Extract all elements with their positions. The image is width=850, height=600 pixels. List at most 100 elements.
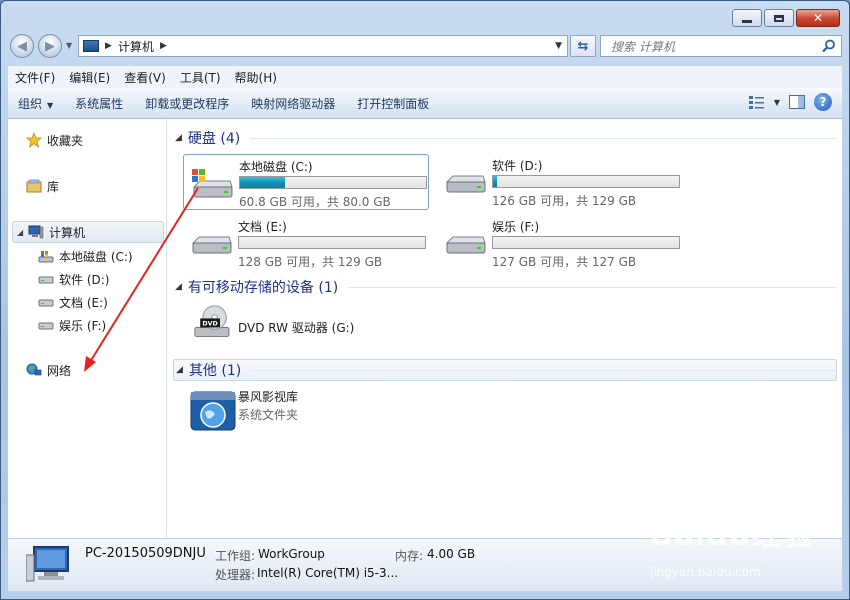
drive-usage-bar bbox=[239, 176, 427, 189]
recent-pages-dropdown[interactable]: ▼ bbox=[66, 41, 72, 50]
drive-free-space: 60.8 GB 可用，共 80.0 GB bbox=[239, 195, 391, 209]
system-drive-icon bbox=[38, 251, 54, 263]
drive-icon bbox=[38, 322, 54, 330]
forward-button[interactable]: ▶ bbox=[38, 34, 62, 58]
library-icon bbox=[26, 179, 42, 193]
chevron-down-icon: ▼ bbox=[47, 100, 54, 110]
expand-computer-icon[interactable]: ◢ bbox=[17, 228, 23, 237]
computer-name: PC-20150509DNJU bbox=[85, 546, 206, 561]
refresh-button[interactable]: ⇆ bbox=[570, 35, 596, 57]
drive-icon bbox=[38, 299, 54, 307]
group-title: 有可移动存储的设备 (1) bbox=[187, 280, 339, 296]
nav-computer[interactable]: 计算机 bbox=[28, 222, 85, 242]
help-button[interactable]: ? bbox=[814, 93, 832, 111]
computer-icon bbox=[28, 225, 44, 239]
back-button[interactable]: ◀ bbox=[10, 34, 34, 58]
navigation-pane: 收藏夹 库 ◢ 计算机 本地磁盘 (C:) 软件 (D:) 文档 (E:) 娱乐… bbox=[8, 119, 167, 538]
collapse-icon: ◢ bbox=[175, 282, 182, 292]
back-arrow-icon: ◀ bbox=[17, 38, 27, 54]
uninstall-program-button[interactable]: 卸载或更改程序 bbox=[134, 95, 240, 112]
search-icon[interactable] bbox=[821, 38, 837, 54]
network-icon bbox=[26, 363, 42, 376]
item-type: 系统文件夹 bbox=[238, 408, 299, 422]
watermark-logo: Baidu经验 bbox=[650, 518, 814, 553]
divider bbox=[348, 286, 837, 288]
drive-tile-f[interactable]: 娱乐 (F:) 127 GB 可用，共 127 GB bbox=[437, 215, 683, 271]
watermark-url: jingyan.baidu.com bbox=[650, 565, 761, 579]
dvd-label: DVD bbox=[202, 321, 217, 328]
search-input[interactable] bbox=[609, 37, 823, 57]
drive-icon bbox=[38, 276, 54, 284]
drive-free-space: 126 GB 可用，共 129 GB bbox=[492, 194, 637, 208]
workgroup-value: WorkGroup bbox=[258, 547, 325, 561]
address-dropdown-icon[interactable]: ▼ bbox=[555, 41, 562, 51]
drive-tile-d[interactable]: 软件 (D:) 126 GB 可用，共 129 GB bbox=[437, 154, 683, 210]
menu-edit[interactable]: 编辑(E) bbox=[62, 69, 117, 86]
drive-name: 娱乐 (F:) bbox=[492, 220, 540, 234]
memory-label: 内存: bbox=[395, 549, 424, 563]
navigation-bar: ◀ ▶ ▼ ▶ 计算机 ▶ ▼ ⇆ bbox=[8, 32, 842, 60]
close-icon: ✕ bbox=[812, 11, 824, 25]
address-bar[interactable]: ▶ 计算机 ▶ ▼ bbox=[78, 35, 568, 57]
drive-usage-fill bbox=[493, 176, 497, 187]
drive-usage-bar bbox=[238, 236, 426, 249]
open-control-panel-button[interactable]: 打开控制面板 bbox=[346, 95, 440, 112]
search-box[interactable] bbox=[600, 35, 842, 57]
drive-icon bbox=[445, 175, 486, 193]
nav-drive-c[interactable]: 本地磁盘 (C:) bbox=[38, 246, 133, 266]
system-properties-button[interactable]: 系统属性 bbox=[64, 95, 134, 112]
minimize-icon bbox=[742, 19, 752, 23]
media-library-tile[interactable]: 暴风影视库 系统文件夹 bbox=[183, 385, 429, 435]
drive-name: DVD RW 驱动器 (G:) bbox=[238, 321, 355, 335]
group-title: 硬盘 (4) bbox=[187, 131, 241, 147]
divider bbox=[251, 369, 836, 371]
nav-drive-e[interactable]: 文档 (E:) bbox=[38, 292, 108, 312]
breadcrumb-separator-icon[interactable]: ▶ bbox=[160, 41, 167, 51]
menu-file[interactable]: 文件(F) bbox=[8, 69, 62, 86]
nav-favorites[interactable]: 收藏夹 bbox=[26, 130, 83, 150]
organize-button[interactable]: 组织 ▼ bbox=[8, 95, 64, 112]
processor-label: 处理器: bbox=[215, 568, 256, 582]
group-header-removable[interactable]: ◢ 有可移动存储的设备 (1) bbox=[173, 276, 837, 298]
maximize-icon bbox=[774, 14, 784, 22]
menu-help[interactable]: 帮助(H) bbox=[228, 69, 284, 86]
breadcrumb-computer[interactable]: 计算机 bbox=[118, 38, 154, 55]
drive-usage-bar bbox=[492, 236, 680, 249]
dvd-drive-tile[interactable]: DVD DVD RW 驱动器 (G:) bbox=[183, 300, 429, 350]
dvd-drive-icon: DVD bbox=[194, 305, 230, 337]
change-view-icon[interactable] bbox=[748, 94, 766, 110]
media-library-icon bbox=[190, 391, 236, 431]
nav-drive-d[interactable]: 软件 (D:) bbox=[38, 269, 109, 289]
drive-name: 软件 (D:) bbox=[492, 159, 543, 173]
nav-network[interactable]: 网络 bbox=[26, 360, 71, 380]
command-bar: 组织 ▼ 系统属性 卸载或更改程序 映射网络驱动器 打开控制面板 ▼ ? bbox=[8, 88, 842, 119]
workgroup-label: 工作组: bbox=[215, 549, 256, 563]
drive-icon bbox=[191, 236, 232, 254]
collapse-icon: ◢ bbox=[176, 365, 183, 375]
help-icon: ? bbox=[819, 95, 827, 109]
drive-tile-c[interactable]: 本地磁盘 (C:) 60.8 GB 可用，共 80.0 GB bbox=[183, 154, 429, 210]
memory-value: 4.00 GB bbox=[427, 547, 476, 561]
drive-tile-e[interactable]: 文档 (E:) 128 GB 可用，共 129 GB bbox=[183, 215, 429, 271]
menu-view[interactable]: 查看(V) bbox=[117, 69, 173, 86]
content-pane: ◢ 硬盘 (4) 本地磁盘 (C:) 60.8 GB 可用，共 80.0 GB … bbox=[167, 119, 842, 538]
organize-label: 组织 bbox=[18, 96, 43, 111]
nav-drive-f[interactable]: 娱乐 (F:) bbox=[38, 315, 106, 335]
breadcrumb-separator-icon[interactable]: ▶ bbox=[105, 41, 112, 51]
drive-free-space: 128 GB 可用，共 129 GB bbox=[238, 255, 383, 269]
nav-drive-c-label: 本地磁盘 (C:) bbox=[59, 249, 133, 264]
preview-pane-icon[interactable] bbox=[788, 94, 806, 110]
group-header-other[interactable]: ◢ 其他 (1) bbox=[173, 359, 837, 381]
minimize-button[interactable] bbox=[732, 9, 762, 27]
map-network-drive-button[interactable]: 映射网络驱动器 bbox=[240, 95, 346, 112]
star-icon bbox=[26, 132, 42, 148]
menu-tools[interactable]: 工具(T) bbox=[173, 69, 228, 86]
item-name: 暴风影视库 bbox=[238, 390, 299, 404]
group-title: 其他 (1) bbox=[188, 363, 242, 379]
group-header-hard-disks[interactable]: ◢ 硬盘 (4) bbox=[173, 127, 837, 149]
maximize-button[interactable] bbox=[764, 9, 794, 27]
drive-icon bbox=[445, 236, 486, 254]
nav-libraries[interactable]: 库 bbox=[26, 176, 59, 196]
close-button[interactable]: ✕ bbox=[796, 9, 840, 27]
view-options-dropdown-icon[interactable]: ▼ bbox=[774, 98, 780, 107]
